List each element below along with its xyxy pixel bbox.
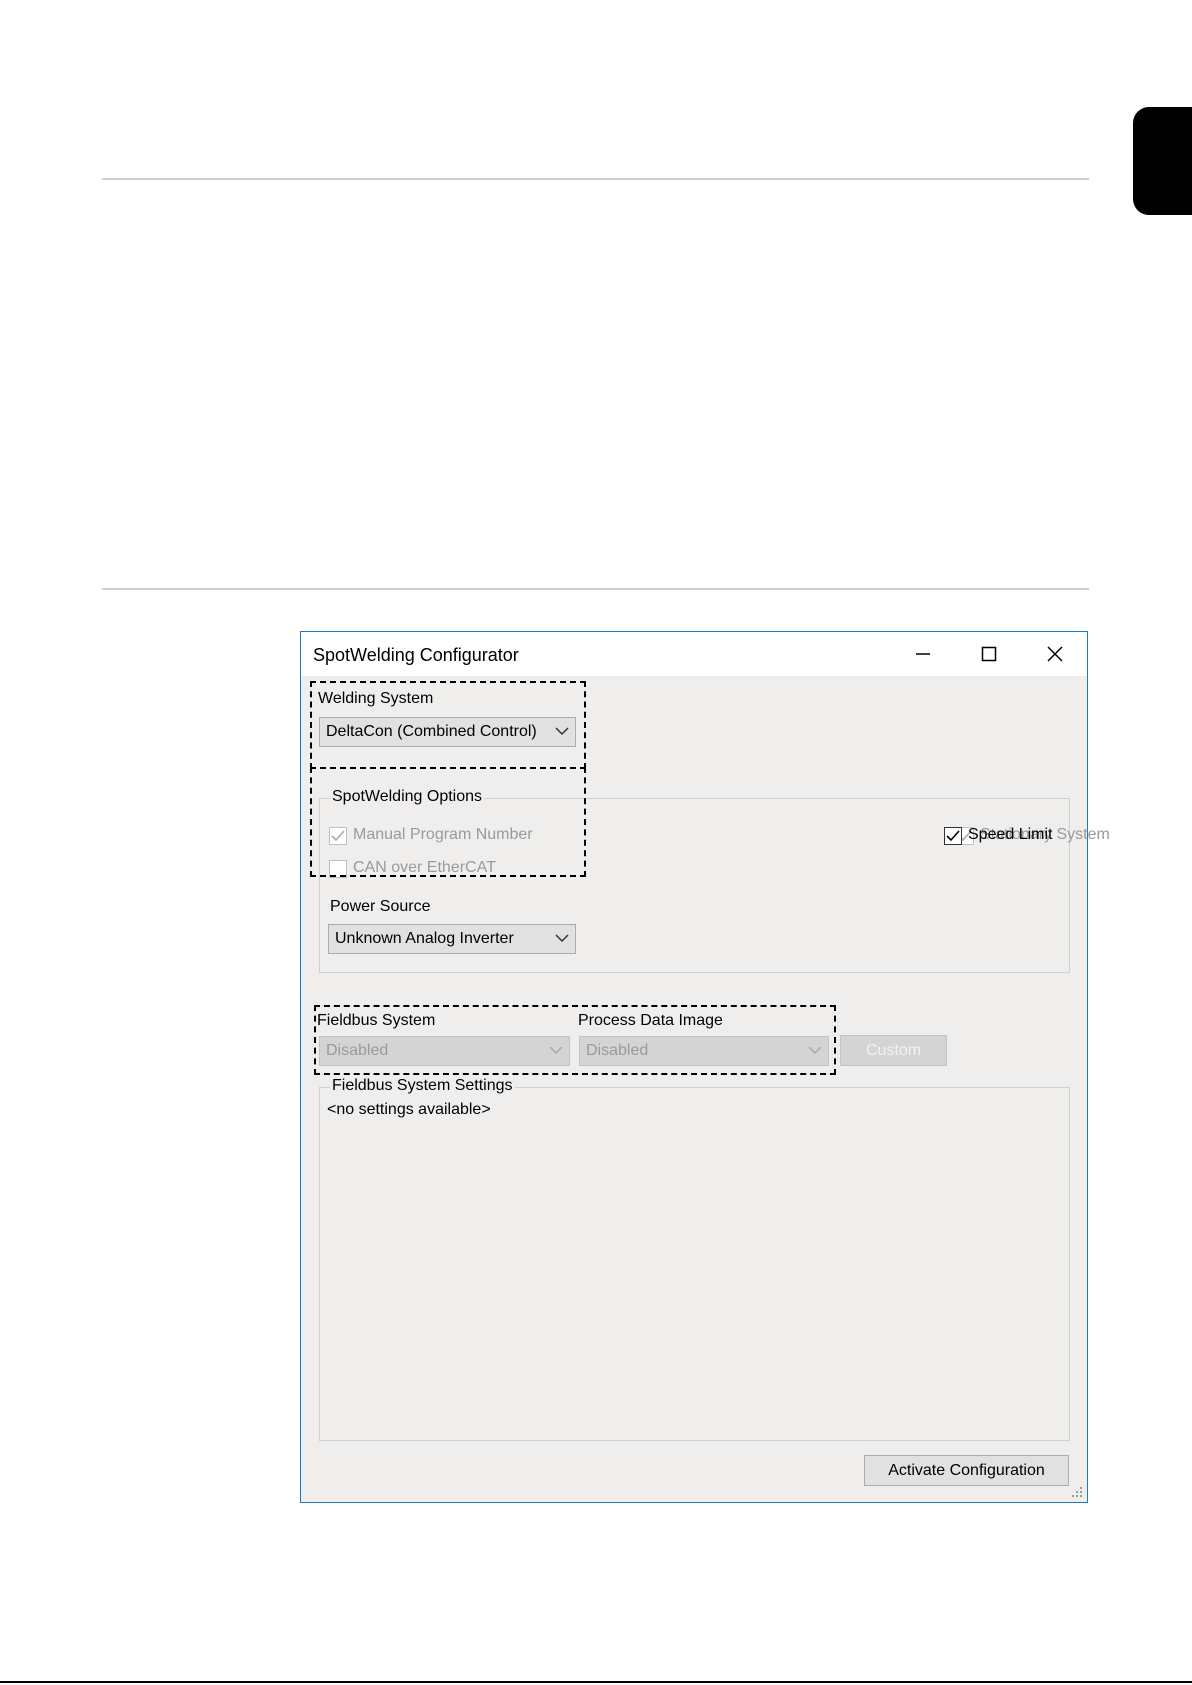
activate-configuration-button[interactable]: Activate Configuration xyxy=(864,1455,1069,1486)
header-rule-mid xyxy=(102,588,1089,590)
custom-button[interactable]: Custom xyxy=(840,1035,947,1066)
header-rule-top xyxy=(102,178,1089,180)
checkmark-icon xyxy=(946,830,960,842)
speed-limit-checkbox[interactable] xyxy=(944,827,962,845)
fieldbus-settings-content: <no settings available> xyxy=(327,1101,491,1118)
highlight-welding-system xyxy=(310,681,586,769)
window-titlebar: SpotWelding Configurator xyxy=(301,632,1087,676)
fieldbus-settings-title: Fieldbus System Settings xyxy=(330,1077,515,1095)
close-icon xyxy=(1047,646,1063,662)
window-client-area: Welding System DeltaCon (Combined Contro… xyxy=(301,676,1110,1502)
chapter-side-tab xyxy=(1133,107,1192,215)
activate-configuration-label: Activate Configuration xyxy=(888,1462,1045,1479)
power-source-dropdown[interactable]: Unknown Analog Inverter xyxy=(328,924,576,954)
resize-grip-icon[interactable] xyxy=(1071,1486,1083,1498)
window-title: SpotWelding Configurator xyxy=(313,645,519,665)
footer-rule xyxy=(0,1681,1192,1683)
power-source-label: Power Source xyxy=(330,898,431,915)
chevron-down-icon xyxy=(555,934,569,943)
custom-button-label: Custom xyxy=(865,1042,922,1059)
configurator-window: SpotWelding Configurator Welding System … xyxy=(300,631,1110,1503)
fieldbus-settings-group xyxy=(319,1087,1070,1441)
power-source-value: Unknown Analog Inverter xyxy=(335,930,514,947)
highlight-spotwelding-options xyxy=(310,767,586,877)
maximize-button[interactable] xyxy=(956,632,1022,676)
minimize-icon xyxy=(916,653,930,655)
close-button[interactable] xyxy=(1022,632,1088,676)
maximize-icon xyxy=(981,646,997,662)
minimize-button[interactable] xyxy=(890,632,956,676)
highlight-fieldbus xyxy=(314,1005,836,1075)
speed-limit-label: Speed Limit xyxy=(968,826,1053,843)
